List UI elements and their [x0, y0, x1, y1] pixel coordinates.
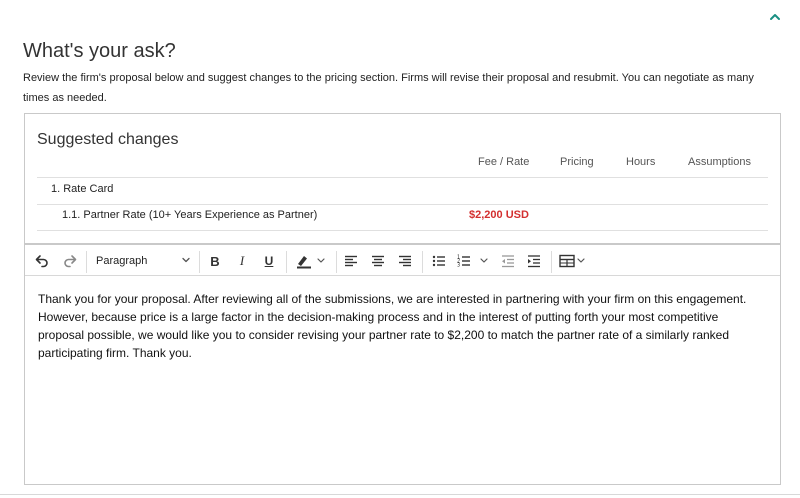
redo-icon[interactable] — [60, 250, 80, 272]
toolbar-separator — [199, 251, 200, 273]
section-title: What's your ask? — [23, 40, 176, 62]
undo-icon[interactable] — [32, 250, 52, 272]
outdent-icon[interactable] — [498, 250, 518, 272]
bulleted-list-icon[interactable] — [429, 250, 449, 272]
indent-icon[interactable] — [524, 250, 544, 272]
partner-rate-row-label: 1.1. Partner Rate (10+ Years Experience … — [62, 209, 318, 221]
underline-icon[interactable]: U — [259, 250, 279, 272]
toolbar-separator — [551, 251, 552, 273]
suggested-changes-panel: Suggested changes Fee / Rate Pricing Hou… — [24, 113, 781, 485]
paragraph-style-label: Paragraph — [96, 255, 148, 267]
table-icon[interactable] — [557, 250, 591, 272]
row-divider — [37, 177, 768, 178]
column-header-pricing: Pricing — [560, 156, 594, 168]
align-right-icon[interactable] — [395, 250, 415, 272]
align-center-icon[interactable] — [368, 250, 388, 272]
toolbar-separator — [86, 251, 87, 273]
align-left-icon[interactable] — [341, 250, 361, 272]
editor-toolbar: Paragraph B I U 123 — [25, 243, 780, 276]
editor-paragraph[interactable]: Thank you for your proposal. After revie… — [38, 290, 767, 362]
column-header-hours: Hours — [626, 156, 656, 168]
toolbar-separator — [422, 251, 423, 273]
row-divider — [37, 230, 768, 231]
column-header-fee-rate: Fee / Rate — [478, 156, 530, 168]
italic-icon[interactable]: I — [232, 250, 252, 272]
column-header-assumptions: Assumptions — [688, 156, 751, 168]
paragraph-style-select[interactable]: Paragraph — [89, 250, 195, 272]
collapse-chevron-up-icon[interactable] — [766, 8, 784, 26]
bold-icon[interactable]: B — [205, 250, 225, 272]
chevron-down-icon — [181, 255, 191, 268]
rich-text-editor[interactable]: Thank you for your proposal. After revie… — [25, 276, 780, 484]
toolbar-separator — [286, 251, 287, 273]
rate-card-row-label: 1. Rate Card — [51, 183, 114, 195]
highlight-icon[interactable] — [292, 250, 332, 272]
section-description: Review the firm's proposal below and sug… — [23, 72, 754, 104]
svg-text:3: 3 — [457, 263, 460, 269]
bottom-divider — [0, 494, 800, 495]
toolbar-separator — [336, 251, 337, 273]
suggested-changes-title: Suggested changes — [37, 131, 179, 148]
row-divider — [37, 204, 768, 205]
partner-rate-fee-value: $2,200 USD — [469, 209, 529, 221]
numbered-list-icon[interactable]: 123 — [455, 250, 493, 272]
